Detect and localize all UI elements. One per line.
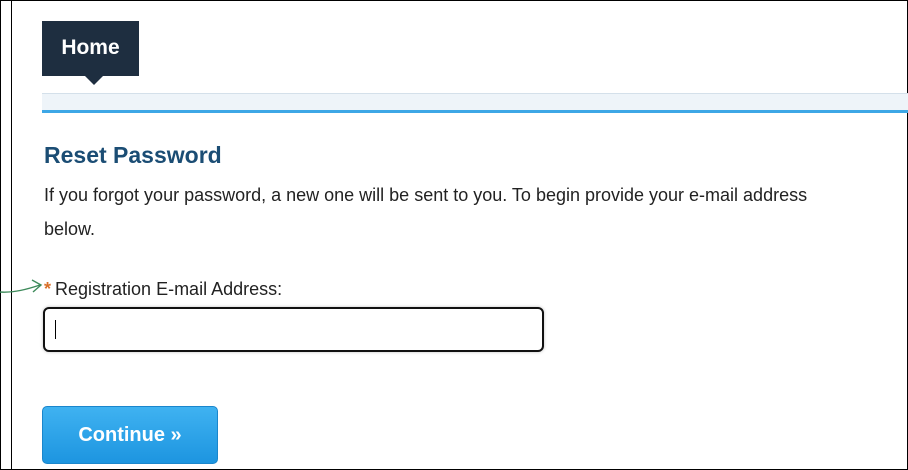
nav-bar [42,93,908,111]
nav-accent-line [42,110,908,113]
text-cursor [55,320,56,339]
email-label: * Registration E-mail Address: [44,279,282,300]
instructions-text: If you forgot your password, a new one w… [44,185,808,239]
left-divider [11,0,12,470]
email-input[interactable] [43,307,544,352]
arrow-right-icon [0,279,43,293]
active-tab-pointer [85,76,103,85]
home-tab[interactable]: Home [42,21,139,76]
required-indicator: * [44,279,52,299]
home-tab-label: Home [61,35,120,59]
page-title: Reset Password [44,142,222,168]
continue-button[interactable]: Continue » [42,406,218,464]
email-label-text: Registration E-mail Address: [55,279,283,299]
